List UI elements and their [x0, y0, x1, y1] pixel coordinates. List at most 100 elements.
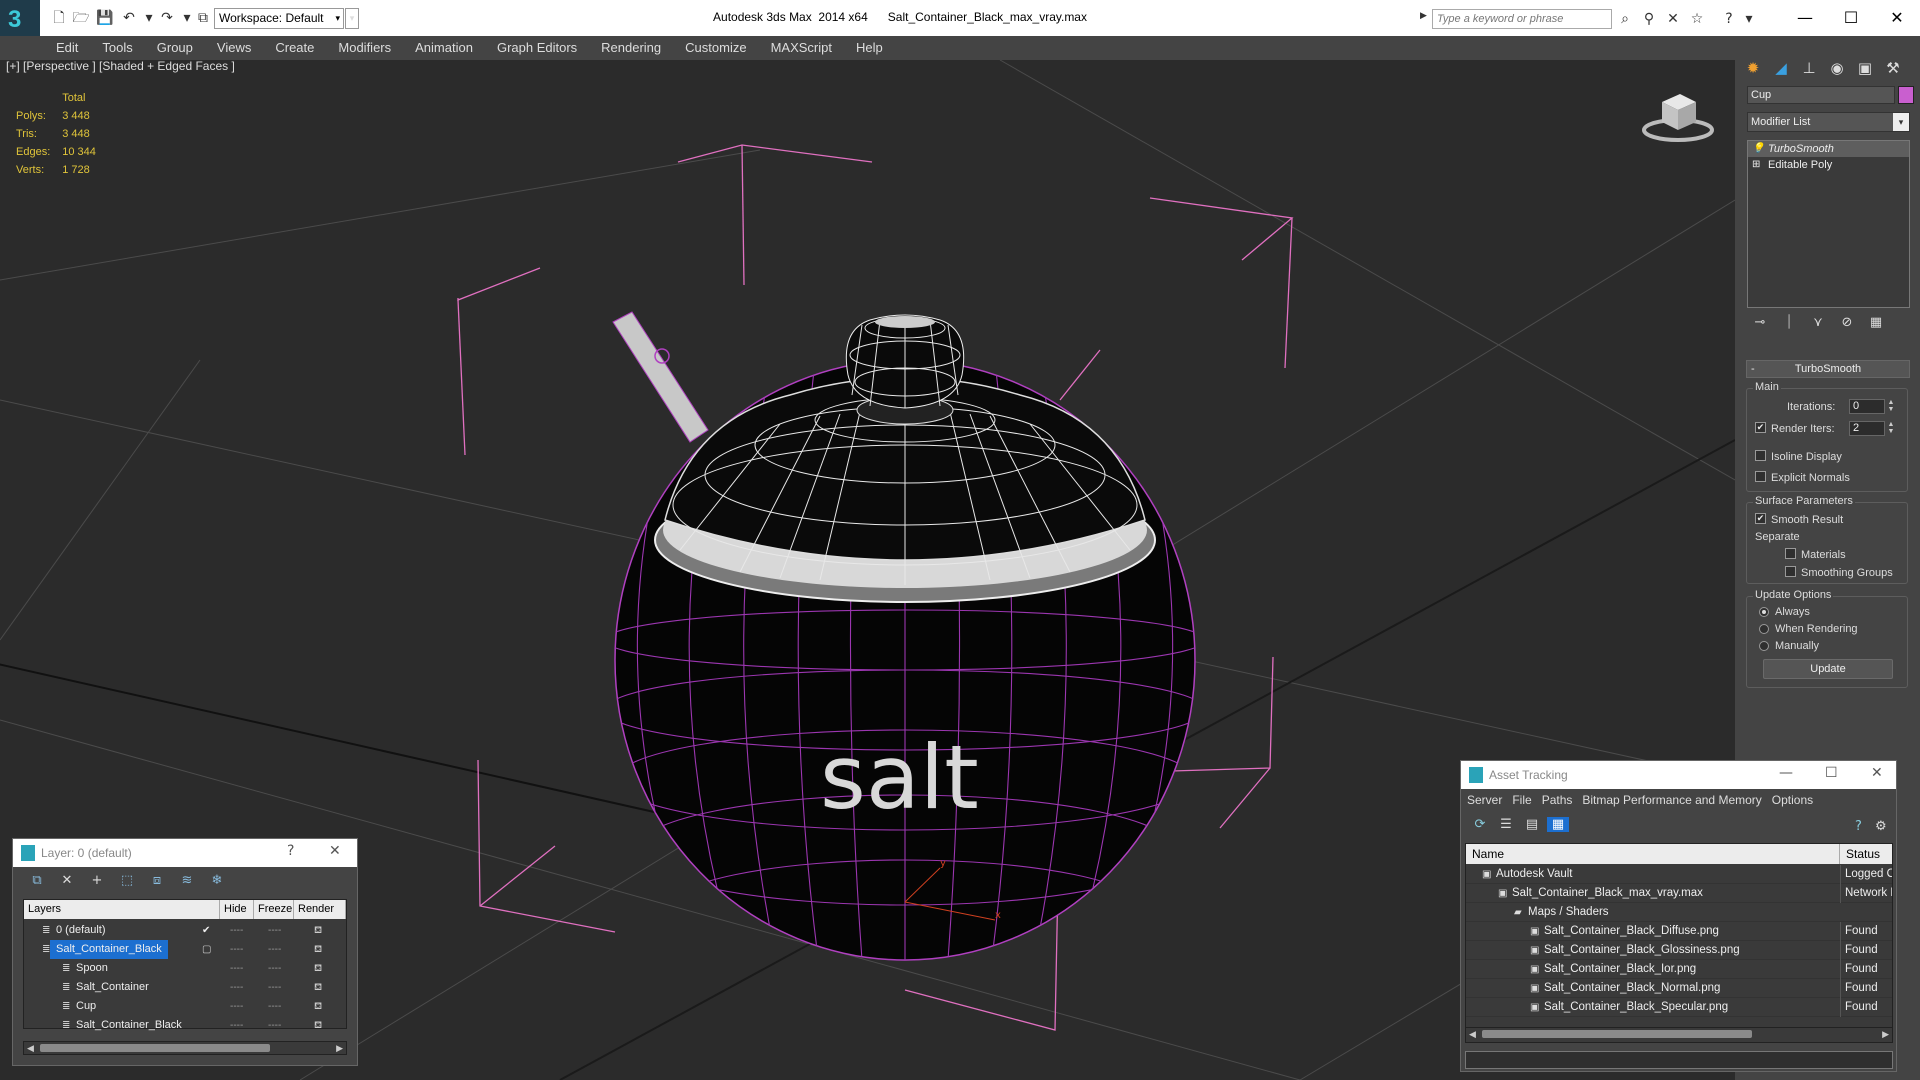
render-teapot-icon[interactable]: ⛾	[314, 1016, 322, 1035]
freeze-toggle[interactable]: ----	[268, 997, 281, 1016]
open-file-icon[interactable]: 🗁	[72, 9, 90, 27]
rollout-header[interactable]: - TurboSmooth	[1746, 360, 1910, 378]
asset-row[interactable]: ▣ Salt_Container_Black_Normal.png Found	[1466, 979, 1892, 998]
render-teapot-icon[interactable]: ⛾	[314, 997, 322, 1016]
asset-menu-options[interactable]: Options	[1772, 793, 1813, 807]
iterations-spinner[interactable]: 0	[1849, 399, 1885, 414]
column-status[interactable]: Status	[1840, 844, 1892, 864]
freeze-all-icon[interactable]: ❄	[207, 873, 227, 888]
viewcube[interactable]	[1640, 90, 1720, 150]
asset-menu-server[interactable]: Server	[1467, 793, 1502, 807]
viewport-label-menu[interactable]: [+] [Perspective ] [Shaded + Edged Faces…	[6, 59, 235, 73]
hierarchy-tab-icon[interactable]: ⊥	[1797, 56, 1821, 80]
asset-row[interactable]: ▣ Salt_Container_Black_Ior.png Found	[1466, 960, 1892, 979]
scroll-right-icon[interactable]: ▶	[1882, 1028, 1889, 1040]
close-icon[interactable]: ✕	[329, 843, 341, 859]
column-freeze[interactable]: Freeze	[254, 900, 294, 919]
menu-maxscript[interactable]: MAXScript	[759, 36, 844, 60]
layer-row[interactable]: ≣ Salt_Container_Black ---- ---- ⛾	[24, 1016, 346, 1035]
project-folder-icon[interactable]: ⧉	[194, 9, 212, 27]
column-name[interactable]: Name	[1466, 844, 1840, 864]
menu-group[interactable]: Group	[145, 36, 205, 60]
hide-toggle[interactable]: ----	[230, 978, 243, 997]
hide-toggle[interactable]: ----	[230, 1016, 243, 1035]
show-end-result-icon[interactable]: ⏐	[1779, 315, 1799, 333]
favorites-star-icon[interactable]: ☆	[1688, 10, 1706, 28]
help-icon[interactable]: ?	[1855, 819, 1862, 834]
minimize-icon[interactable]: —	[1782, 4, 1828, 32]
asset-row[interactable]: ▣ Salt_Container_Black_Glossiness.png Foun…	[1466, 941, 1892, 960]
menu-views[interactable]: Views	[205, 36, 263, 60]
hide-toggle[interactable]: ----	[230, 921, 243, 940]
create-tab-icon[interactable]: ✹	[1741, 56, 1765, 80]
subscription-icon[interactable]: ⚲	[1640, 10, 1658, 28]
menu-help[interactable]: Help	[844, 36, 895, 60]
motion-tab-icon[interactable]: ◉	[1825, 56, 1849, 80]
quick-access-customize-icon[interactable]: ▾	[345, 8, 359, 29]
menu-edit[interactable]: Edit	[44, 36, 90, 60]
menu-modifiers[interactable]: Modifiers	[326, 36, 403, 60]
pin-stack-icon[interactable]: ⊸	[1750, 315, 1770, 333]
menu-customize[interactable]: Customize	[673, 36, 758, 60]
spinner-arrows-icon[interactable]: ▲ ▼	[1887, 421, 1895, 436]
modify-tab-icon[interactable]: ◢	[1769, 56, 1793, 80]
maximize-icon[interactable]: ☐	[1828, 4, 1874, 32]
asset-row[interactable]: ▣ Salt_Container_Black_Specular.png Found	[1466, 998, 1892, 1017]
asset-menu-bitmap-performance[interactable]: Bitmap Performance and Memory	[1582, 793, 1761, 807]
hide-toggle[interactable]: ----	[230, 940, 243, 959]
isoline-display-checkbox[interactable]	[1755, 450, 1766, 461]
close-icon[interactable]: ✕	[1871, 765, 1883, 781]
update-button[interactable]: Update	[1763, 659, 1893, 679]
active-layer-check-icon[interactable]: ✔	[202, 921, 210, 940]
vault-settings-icon[interactable]: ⚙	[1875, 819, 1887, 834]
render-iters-checkbox[interactable]: ✔	[1755, 422, 1766, 433]
update-when-rendering-radio[interactable]	[1759, 624, 1769, 634]
refresh-icon[interactable]: ⟳	[1469, 817, 1491, 832]
render-teapot-icon[interactable]: ⛾	[314, 959, 322, 978]
update-manually-radio[interactable]	[1759, 641, 1769, 651]
app-logo-button[interactable]: 3	[0, 0, 40, 40]
undo-icon[interactable]: ↶	[120, 9, 138, 27]
delete-layer-icon[interactable]: ✕	[57, 873, 77, 888]
search-expand-icon[interactable]: ▶	[1420, 10, 1430, 26]
stack-item-editable-poly[interactable]: ⊞ Editable Poly	[1748, 157, 1909, 173]
menu-tools[interactable]: Tools	[90, 36, 144, 60]
minimize-icon[interactable]: —	[1779, 765, 1793, 781]
layer-row[interactable]: ≣ Salt_Container ---- ---- ⛾	[24, 978, 346, 997]
asset-row[interactable]: ▰ Maps / Shaders	[1466, 903, 1892, 922]
binoculars-icon[interactable]: ⌕	[1616, 10, 1634, 28]
scroll-left-icon[interactable]: ◀	[1469, 1028, 1476, 1040]
separate-smoothing-groups-checkbox[interactable]	[1785, 566, 1796, 577]
layer-row[interactable]: ≣ Spoon ---- ---- ⛾	[24, 959, 346, 978]
update-always-radio[interactable]	[1759, 607, 1769, 617]
select-objects-icon[interactable]: ⬚	[117, 873, 137, 888]
search-input[interactable]: Type a keyword or phrase	[1432, 9, 1612, 29]
save-file-icon[interactable]: 💾	[96, 9, 114, 27]
expand-plus-icon[interactable]: ⊞	[1752, 157, 1760, 173]
list-view-icon[interactable]: ☰	[1495, 817, 1517, 832]
asset-row[interactable]: ▣ Salt_Container_Black_Diffuse.png Found	[1466, 922, 1892, 941]
scrollbar-thumb[interactable]	[40, 1044, 270, 1052]
lightbulb-icon[interactable]: 💡	[1752, 141, 1764, 157]
explicit-normals-checkbox[interactable]	[1755, 471, 1766, 482]
freeze-toggle[interactable]: ----	[268, 978, 281, 997]
object-name-field[interactable]: Cup	[1747, 86, 1895, 104]
workspace-dropdown[interactable]: Workspace: Default ▾	[214, 8, 344, 29]
spinner-arrows-icon[interactable]: ▲ ▼	[1887, 399, 1895, 414]
close-icon[interactable]: ✕	[1874, 4, 1920, 32]
hide-toggle[interactable]: ----	[230, 959, 243, 978]
smooth-result-checkbox[interactable]: ✔	[1755, 513, 1766, 524]
layer-row[interactable]: ≣ Salt_Container_Black ▢ ---- ---- ⛾	[24, 940, 346, 959]
render-teapot-icon[interactable]: ⛾	[314, 978, 322, 997]
menu-graph-editors[interactable]: Graph Editors	[485, 36, 589, 60]
render-iters-spinner[interactable]: 2	[1849, 421, 1885, 436]
remove-modifier-icon[interactable]: ⊘	[1837, 315, 1857, 333]
utilities-tab-icon[interactable]: ⚒	[1881, 56, 1905, 80]
maximize-icon[interactable]: ☐	[1825, 765, 1838, 781]
help-dropdown-icon[interactable]: ▾	[1740, 10, 1758, 28]
add-to-layer-icon[interactable]: +	[87, 873, 107, 888]
new-file-icon[interactable]: 🗋	[50, 9, 68, 27]
new-layer-icon[interactable]: ⧉	[27, 873, 47, 888]
hide-all-icon[interactable]: ≋	[177, 873, 197, 888]
separate-materials-checkbox[interactable]	[1785, 548, 1796, 559]
